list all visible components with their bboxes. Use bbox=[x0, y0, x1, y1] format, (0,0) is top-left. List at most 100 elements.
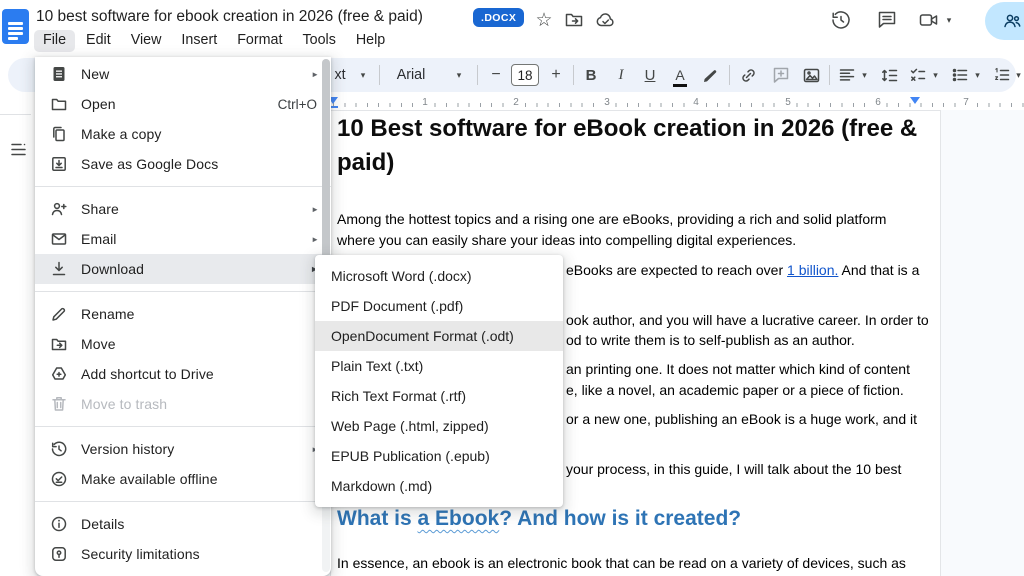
rail-divider bbox=[0, 114, 31, 115]
font-size-input[interactable]: 18 bbox=[511, 64, 539, 86]
open-folder-icon bbox=[50, 95, 68, 113]
download-icon bbox=[50, 260, 68, 278]
align-caret[interactable]: ▾ bbox=[858, 58, 871, 92]
decrease-font-size-button[interactable]: − bbox=[486, 58, 506, 92]
doc-paragraph-last: In essence, an ebook is an electronic bo… bbox=[337, 553, 906, 574]
file-menu-item-open[interactable]: Open Ctrl+O bbox=[35, 89, 331, 119]
toolbar-divider bbox=[477, 65, 478, 85]
doc-paragraph-1: Among the hottest topics and a rising on… bbox=[337, 209, 925, 251]
numbered-list-icon bbox=[993, 66, 1011, 84]
new-document-icon bbox=[50, 65, 68, 83]
menu-file[interactable]: File bbox=[34, 30, 75, 52]
file-menu-item-security-limitations[interactable]: Security limitations bbox=[35, 539, 331, 569]
doc-fragment-4: an printing one. It does not matter whic… bbox=[566, 359, 910, 380]
share-person-add-icon bbox=[50, 200, 68, 218]
download-item-epub[interactable]: EPUB Publication (.epub) bbox=[315, 441, 563, 471]
download-item-txt[interactable]: Plain Text (.txt) bbox=[315, 351, 563, 381]
submenu-arrow-icon: ► bbox=[311, 235, 319, 244]
checklist-caret[interactable]: ▾ bbox=[929, 58, 942, 92]
menu-divider bbox=[35, 426, 331, 427]
increase-font-size-button[interactable]: + bbox=[546, 58, 566, 92]
menu-divider bbox=[35, 501, 331, 502]
file-menu-item-make-available-offline[interactable]: Make available offline bbox=[35, 464, 331, 494]
file-menu-item-new[interactable]: New ► bbox=[35, 59, 331, 89]
share-button[interactable] bbox=[985, 2, 1024, 40]
menu-divider bbox=[35, 186, 331, 187]
trash-icon bbox=[50, 395, 68, 413]
add-comment-button[interactable] bbox=[768, 58, 794, 92]
file-menu-item-download[interactable]: Download ► bbox=[35, 254, 331, 284]
checklist-button[interactable] bbox=[906, 58, 930, 92]
doc-fragment-5: e, like a novel, an academic paper or a … bbox=[566, 380, 904, 401]
bulleted-list-caret[interactable]: ▾ bbox=[971, 58, 984, 92]
file-menu-item-share[interactable]: Share ► bbox=[35, 194, 331, 224]
align-button[interactable] bbox=[835, 58, 859, 92]
menu-scrollbar-thumb[interactable] bbox=[322, 59, 330, 281]
doc-fragment-2: ook author, and you will have a lucrativ… bbox=[566, 310, 929, 331]
doc-section-heading: What is a Ebook? And how is it created? bbox=[337, 507, 741, 531]
underline-button[interactable]: U bbox=[638, 58, 662, 92]
highlighter-icon bbox=[702, 67, 719, 84]
version-history-button[interactable] bbox=[828, 7, 854, 33]
file-menu-item-rename[interactable]: Rename bbox=[35, 299, 331, 329]
join-call-button[interactable] bbox=[916, 7, 942, 33]
file-menu-item-details[interactable]: Details bbox=[35, 509, 331, 539]
right-indent-marker[interactable] bbox=[910, 97, 920, 104]
grammar-suggestion-underline[interactable]: a Ebook bbox=[418, 507, 500, 530]
doc-link-1-billion[interactable]: 1 billion. bbox=[787, 262, 838, 278]
toolbar-divider bbox=[379, 65, 380, 85]
left-rail bbox=[0, 57, 37, 576]
download-item-rtf[interactable]: Rich Text Format (.rtf) bbox=[315, 381, 563, 411]
email-icon bbox=[50, 230, 68, 248]
menu-help[interactable]: Help bbox=[347, 30, 394, 52]
add-comment-icon bbox=[772, 66, 790, 84]
line-spacing-button[interactable] bbox=[876, 58, 902, 92]
menu-view[interactable]: View bbox=[122, 30, 171, 52]
numbered-list-button[interactable] bbox=[990, 58, 1014, 92]
document-outline-button[interactable] bbox=[9, 140, 31, 162]
file-menu-item-save-as-google-docs[interactable]: Save as Google Docs bbox=[35, 149, 331, 179]
star-button[interactable]: ☆ bbox=[531, 7, 557, 33]
menu-bar: File Edit View Insert Format Tools Help bbox=[34, 30, 394, 52]
file-menu-item-move[interactable]: Move bbox=[35, 329, 331, 359]
menu-format[interactable]: Format bbox=[228, 30, 291, 52]
download-item-odt[interactable]: OpenDocument Format (.odt) bbox=[315, 321, 563, 351]
insert-link-button[interactable] bbox=[735, 58, 761, 92]
move-to-folder-button[interactable] bbox=[561, 7, 587, 33]
paragraph-style-select[interactable]: xt bbox=[328, 58, 352, 92]
text-color-button[interactable]: A bbox=[668, 58, 692, 92]
font-family-caret[interactable]: ▾ bbox=[452, 58, 466, 92]
paragraph-style-caret[interactable]: ▾ bbox=[356, 58, 370, 92]
download-item-docx[interactable]: Microsoft Word (.docx) bbox=[315, 261, 563, 291]
bold-button[interactable]: B bbox=[579, 58, 603, 92]
chevron-down-icon: ▾ bbox=[975, 70, 980, 81]
italic-icon: I bbox=[619, 67, 624, 84]
open-comments-button[interactable] bbox=[874, 7, 900, 33]
italic-button[interactable]: I bbox=[609, 58, 633, 92]
font-family-select[interactable]: Arial bbox=[391, 58, 431, 92]
download-item-pdf[interactable]: PDF Document (.pdf) bbox=[315, 291, 563, 321]
highlight-color-button[interactable] bbox=[698, 58, 722, 92]
document-title[interactable]: 10 best software for ebook creation in 2… bbox=[36, 8, 423, 26]
star-icon: ☆ bbox=[535, 11, 552, 30]
google-docs-logo[interactable] bbox=[2, 9, 29, 44]
numbered-list-caret[interactable]: ▾ bbox=[1012, 58, 1024, 92]
menu-tools[interactable]: Tools bbox=[293, 30, 344, 52]
file-menu-item-make-a-copy[interactable]: Make a copy bbox=[35, 119, 331, 149]
file-menu-item-add-shortcut-to-drive[interactable]: Add shortcut to Drive bbox=[35, 359, 331, 389]
download-item-md[interactable]: Markdown (.md) bbox=[315, 471, 563, 501]
submenu-arrow-icon: ► bbox=[311, 70, 319, 79]
insert-image-button[interactable] bbox=[798, 58, 824, 92]
menu-insert[interactable]: Insert bbox=[172, 30, 226, 52]
menu-edit[interactable]: Edit bbox=[77, 30, 120, 52]
link-icon bbox=[739, 66, 758, 85]
toolbar-divider bbox=[573, 65, 574, 85]
doc-fragment-3: od to write them is to self-publish as a… bbox=[566, 330, 855, 351]
call-options-dropdown[interactable]: ▾ bbox=[942, 7, 956, 33]
document-status-button[interactable] bbox=[592, 7, 618, 33]
bulleted-list-button[interactable] bbox=[948, 58, 972, 92]
video-camera-icon bbox=[918, 9, 940, 31]
download-item-html[interactable]: Web Page (.html, zipped) bbox=[315, 411, 563, 441]
file-menu-item-email[interactable]: Email ► bbox=[35, 224, 331, 254]
file-menu-item-version-history[interactable]: Version history ► bbox=[35, 434, 331, 464]
